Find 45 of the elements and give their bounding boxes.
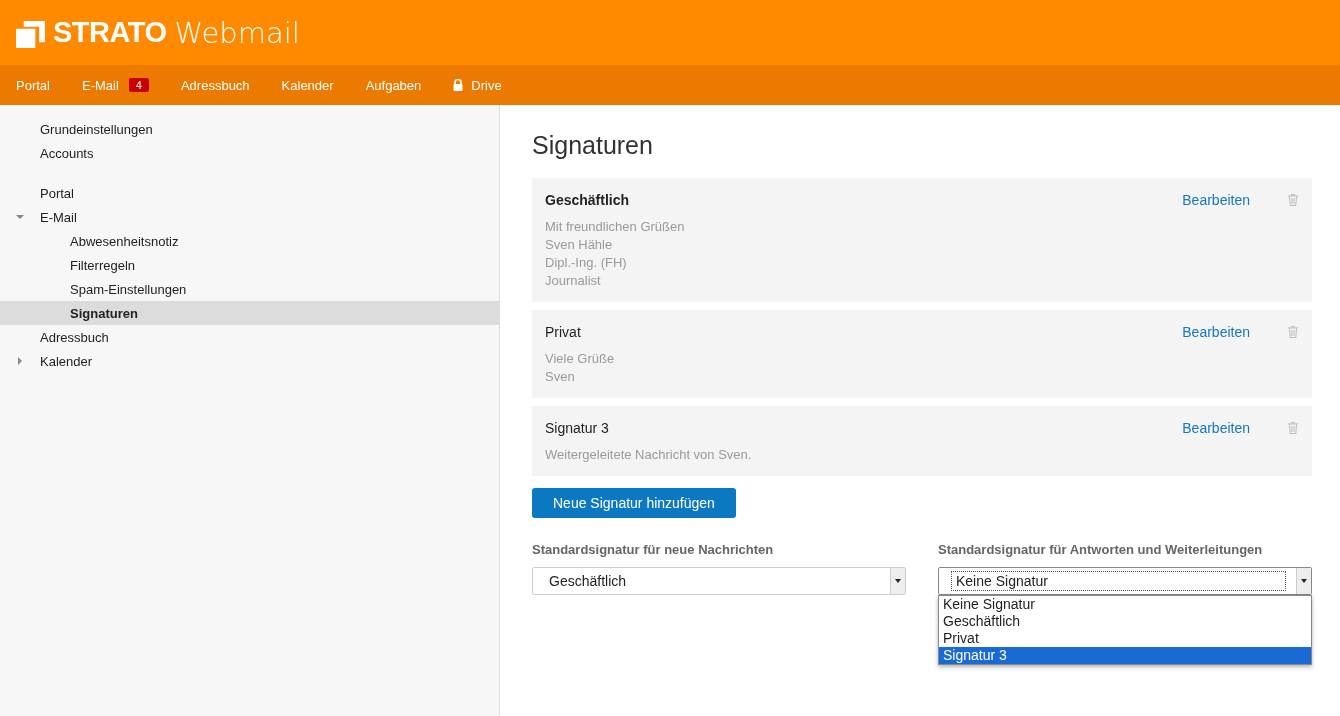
sidebar-item[interactable]: Spam-Einstellungen (0, 277, 499, 301)
sidebar-item[interactable]: E-Mail (0, 205, 499, 229)
nav-link[interactable]: E-Mail 4 (81, 77, 149, 93)
edit-link[interactable]: Bearbeiten (1182, 324, 1250, 340)
product-name: Webmail (174, 15, 300, 50)
signature-line: Viele Grüße (545, 350, 616, 368)
signature-name: Geschäftlich (545, 192, 631, 208)
brand-name: STRATO (53, 16, 167, 49)
signature-line: Dipl.-Ing. (FH) (545, 254, 628, 272)
sidebar-item[interactable]: Abwesenheitsnotiz (0, 229, 499, 253)
trash-icon[interactable] (1288, 326, 1298, 338)
expand-triangle-icon[interactable] (16, 357, 24, 365)
add-signature-button[interactable]: Neue Signatur hinzufügen (532, 488, 736, 518)
select-label: Standardsignatur für Antworten und Weiterleitungen (938, 542, 1264, 557)
signature-line: Journalist (545, 272, 602, 290)
dropdown-option[interactable]: Signatur 3 (939, 647, 1311, 664)
expand-triangle-icon[interactable] (16, 213, 24, 221)
edit-link[interactable]: Bearbeiten (1182, 420, 1250, 436)
sidebar-item[interactable]: Accounts (0, 141, 499, 165)
page-title: Signaturen (532, 131, 654, 160)
sidebar-item[interactable]: Grundeinstellungen (0, 117, 499, 141)
signature-dropdown[interactable]: Geschäftlich (532, 567, 906, 595)
signature-name: Signatur 3 (545, 420, 610, 436)
caret-icon (1301, 579, 1307, 583)
sidebar-item[interactable]: Portal (0, 181, 499, 205)
signature-name: Privat (545, 324, 582, 340)
trash-icon[interactable] (1288, 422, 1298, 434)
select-label: Standardsignatur für neue Nachrichten (532, 542, 775, 557)
signature-line: Sven Hähle (545, 236, 614, 254)
trash-icon[interactable] (1288, 194, 1298, 206)
sidebar-item[interactable]: Adressbuch (0, 325, 499, 349)
caret-icon (895, 579, 901, 583)
sidebar-item[interactable]: Kalender (0, 349, 499, 373)
signature-dropdown[interactable]: Keine Signatur (938, 567, 1312, 595)
signature-line: Sven (545, 368, 576, 386)
unread-count-badge: 4 (128, 78, 149, 92)
dropdown-option[interactable]: Geschäftlich (939, 613, 1311, 630)
sidebar-item[interactable]: Filterregeln (0, 253, 499, 277)
dropdown-option[interactable]: Privat (939, 630, 1311, 647)
signature-line: Mit freundlichen Grüßen (545, 218, 686, 236)
dropdown-option[interactable]: Keine Signatur (939, 596, 1311, 613)
sidebar-item[interactable]: Signaturen (0, 301, 499, 325)
edit-link[interactable]: Bearbeiten (1182, 192, 1250, 208)
signature-line: Weitergeleitete Nachricht von Sven. (545, 446, 753, 464)
logo-icon (16, 21, 45, 48)
